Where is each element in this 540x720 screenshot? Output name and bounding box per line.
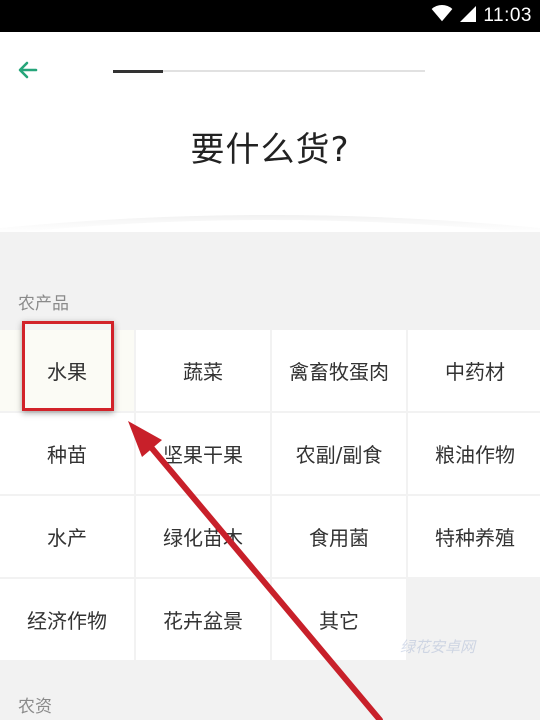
signal-icon <box>459 5 477 27</box>
category-item[interactable]: 其它 <box>272 579 406 660</box>
watermark: 绿花安卓网 <box>400 638 476 656</box>
category-item[interactable]: 种苗 <box>0 413 134 494</box>
category-item[interactable]: 蔬菜 <box>136 330 270 411</box>
status-time: 11:03 <box>483 5 532 26</box>
category-item[interactable]: 粮油作物 <box>408 413 540 494</box>
category-item[interactable]: 特种养殖 <box>408 496 540 577</box>
section-label-agricultural: 农产品 <box>18 294 69 314</box>
category-item[interactable]: 食用菌 <box>272 496 406 577</box>
category-item[interactable]: 经济作物 <box>0 579 134 660</box>
arrow-left-icon <box>16 58 40 86</box>
category-item[interactable]: 绿化苗木 <box>136 496 270 577</box>
page-title: 要什么货? <box>190 130 350 170</box>
category-item[interactable]: 坚果干果 <box>136 413 270 494</box>
highlight-box <box>22 321 114 411</box>
category-item[interactable]: 花卉盆景 <box>136 579 270 660</box>
back-button[interactable] <box>10 54 46 90</box>
status-icons: 11:03 <box>431 0 532 32</box>
category-item[interactable]: 中药材 <box>408 330 540 411</box>
status-bar: 11:03 <box>0 0 540 32</box>
header-curve <box>0 198 540 234</box>
category-item[interactable]: 农副/副食 <box>272 413 406 494</box>
wifi-icon <box>431 5 453 27</box>
progress-fill <box>113 69 163 73</box>
category-item[interactable]: 水产 <box>0 496 134 577</box>
section-label-supplies: 农资 <box>18 697 52 717</box>
progress-bar <box>113 69 425 73</box>
category-item[interactable]: 禽畜牧蛋肉 <box>272 330 406 411</box>
